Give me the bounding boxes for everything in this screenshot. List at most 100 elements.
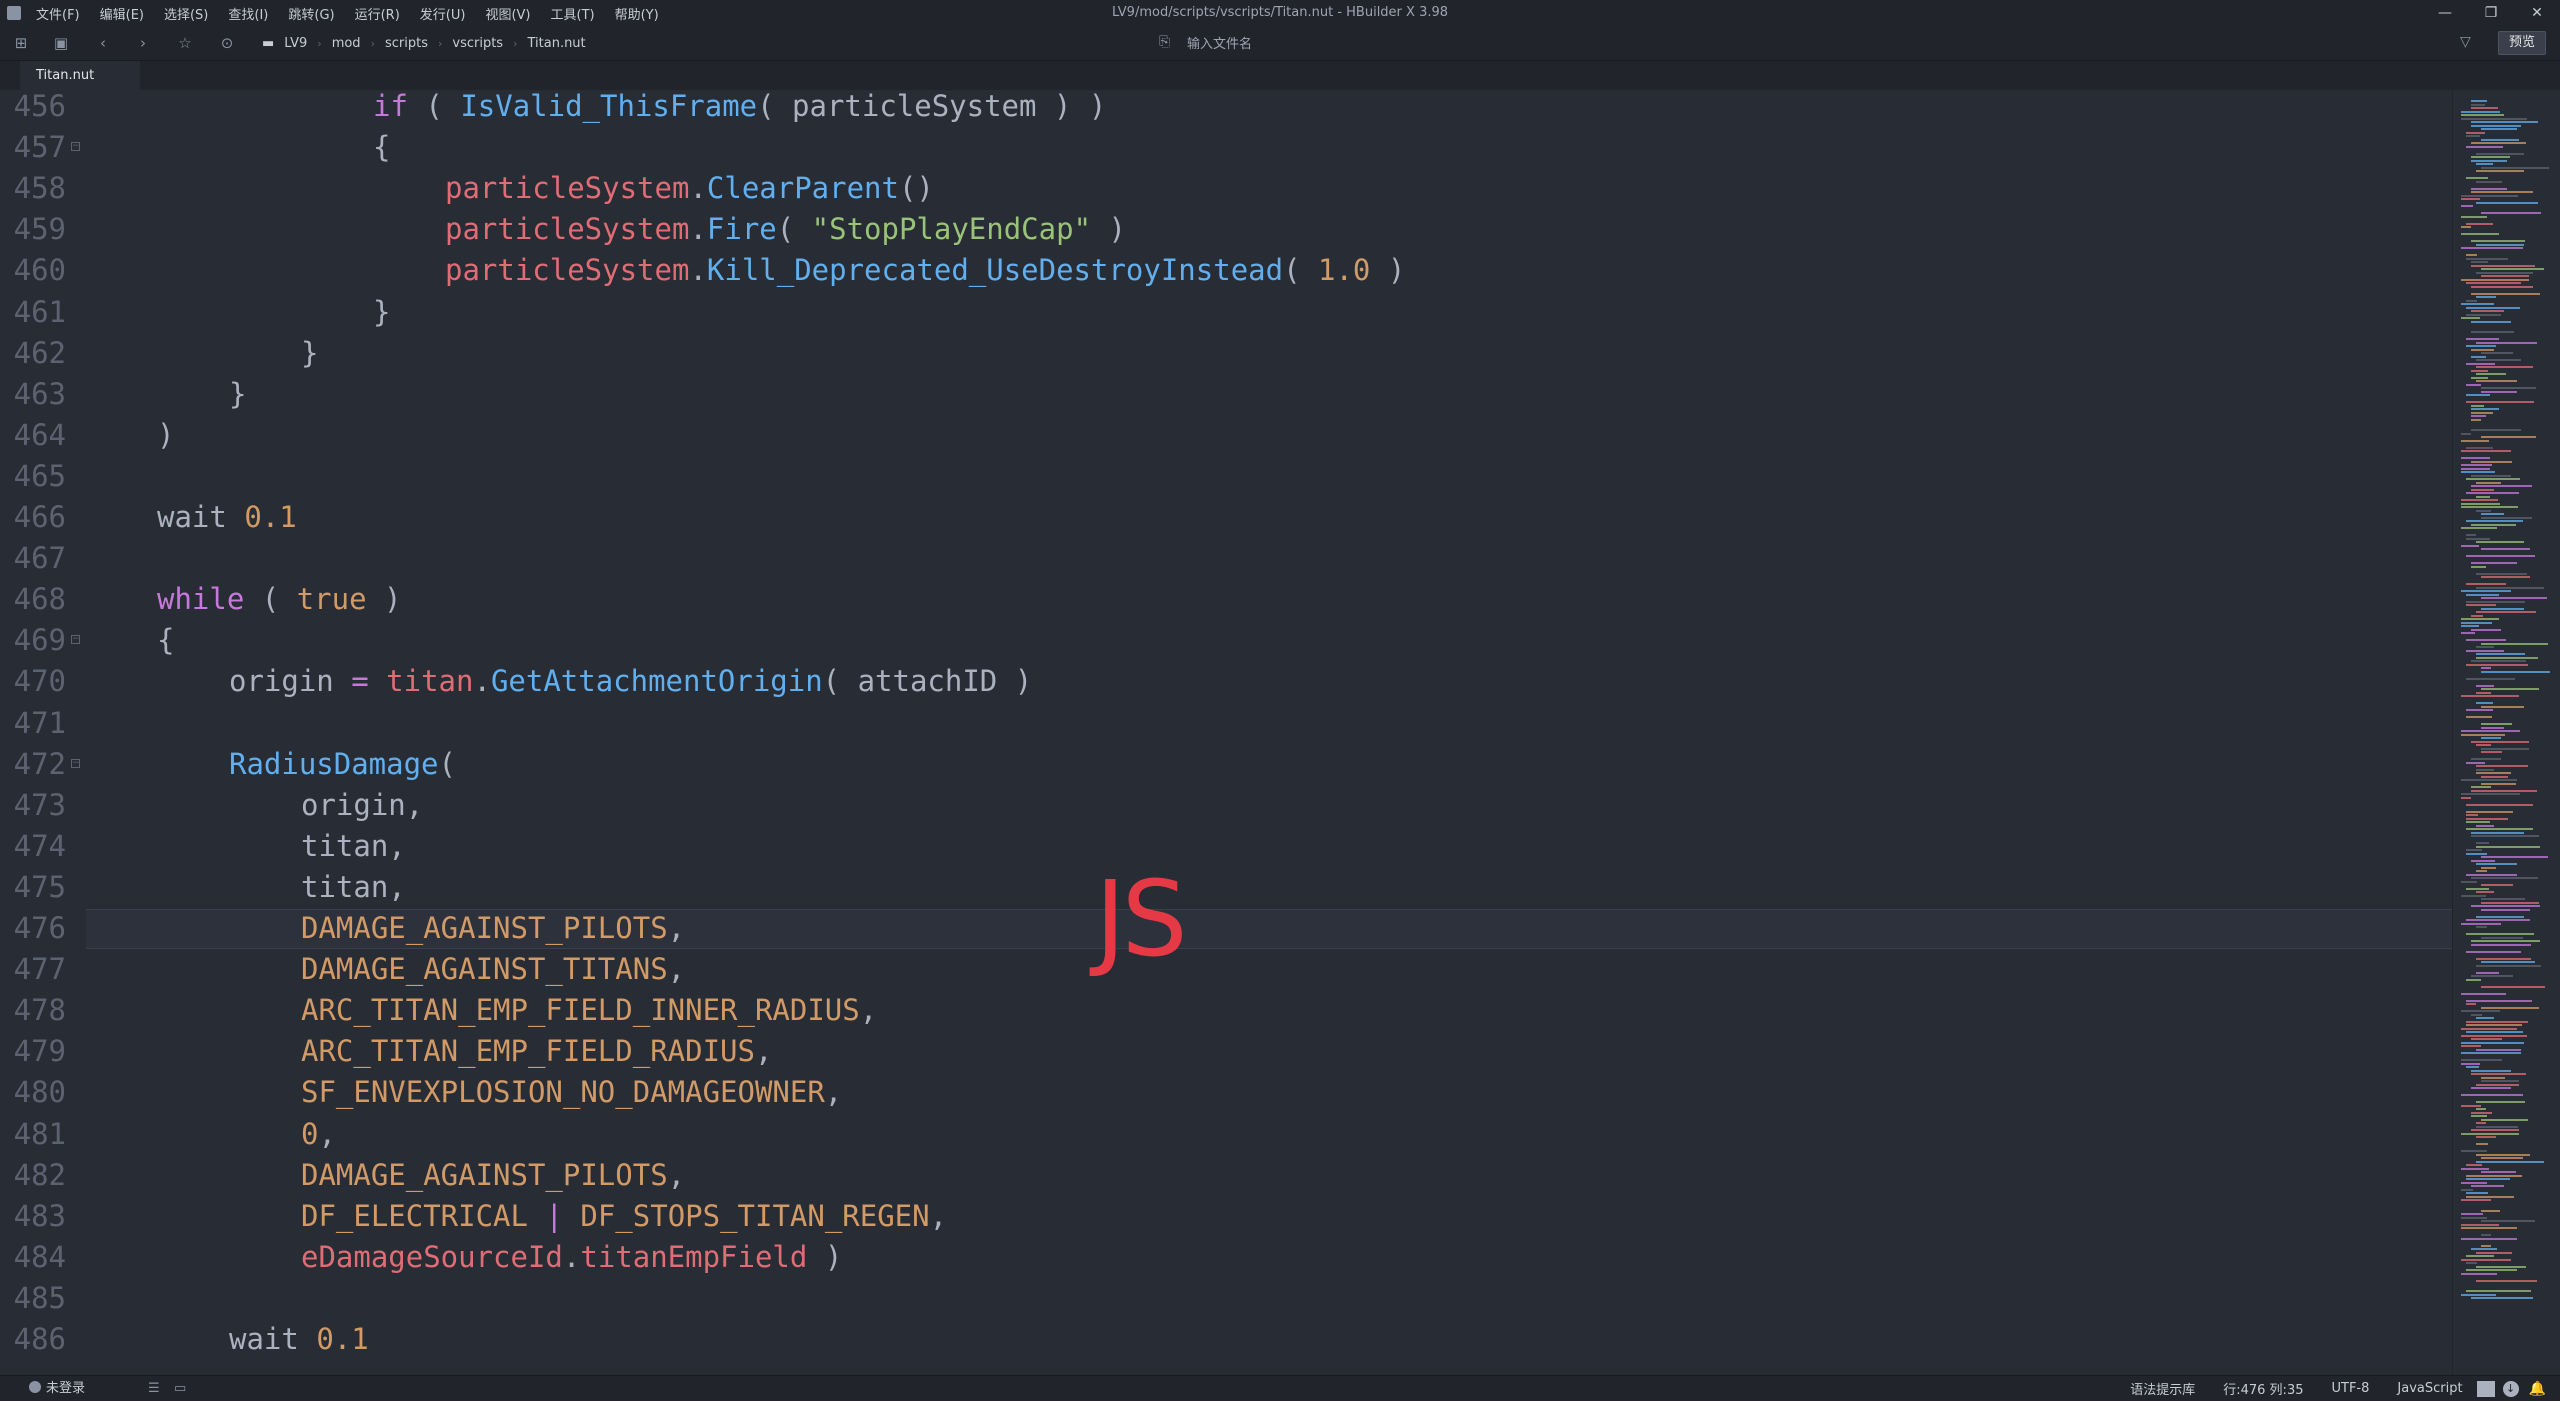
menu-run[interactable]: 运行(R) (355, 4, 400, 23)
menu-find[interactable]: 查找(I) (228, 4, 268, 23)
minimap-line (2466, 803, 2533, 806)
code-line[interactable]: 469− { (0, 620, 2452, 661)
breadcrumb-vscripts[interactable]: vscripts (452, 36, 503, 51)
code-line[interactable]: 458 particleSystem.ClearParent() (0, 168, 2452, 209)
menu-publish[interactable]: 发行(U) (420, 4, 466, 23)
minimap-line (2471, 107, 2498, 109)
breadcrumb-file[interactable]: Titan.nut (527, 36, 585, 51)
login-status[interactable]: 未登录 (46, 1376, 85, 1401)
code-line[interactable]: 476 DAMAGE_AGAINST_PILOTS, (0, 908, 2452, 949)
line-number: 477 (13, 952, 66, 987)
code-line[interactable]: 462} (0, 333, 2452, 374)
line-number: 474 (13, 828, 66, 863)
code-line[interactable]: 466 wait 0.1 (0, 497, 2452, 538)
code-line[interactable]: 484 eDamageSourceId.titanEmpField ) (0, 1237, 2452, 1278)
code-line[interactable]: 485 (0, 1278, 2452, 1319)
code-line[interactable]: 463} (0, 374, 2452, 415)
code-line[interactable]: 460 particleSystem.Kill_Deprecated_UseDes… (0, 250, 2452, 291)
code-line[interactable]: 477 DAMAGE_AGAINST_TITANS, (0, 949, 2452, 990)
new-file-icon[interactable]: ⊞ (12, 34, 30, 52)
code-line[interactable]: 467 (0, 538, 2452, 579)
minimap-line (2476, 957, 2531, 960)
menu-view[interactable]: 视图(V) (485, 4, 530, 23)
user-icon[interactable] (29, 1381, 41, 1393)
minimap-line (2466, 1164, 2482, 1166)
code-line[interactable]: 461} (0, 292, 2452, 333)
minimap-line (2476, 915, 2524, 918)
breadcrumb-mod[interactable]: mod (332, 36, 361, 51)
menu-help[interactable]: 帮助(Y) (615, 4, 659, 23)
code-line[interactable]: 456 if ( IsValid_ThisFrame( particleSyste… (0, 90, 2452, 127)
filter-icon[interactable]: ▽ (2460, 34, 2471, 50)
forward-icon[interactable]: › (134, 34, 152, 52)
message-icon[interactable]: ▭ (174, 1376, 186, 1401)
minimap-line (2481, 1157, 2523, 1159)
code-line[interactable]: 482 DAMAGE_AGAINST_PILOTS, (0, 1155, 2452, 1196)
minimize-button[interactable]: — (2422, 0, 2468, 26)
code-line[interactable]: 470 origin = titan.GetAttachmentOrigin( a… (0, 661, 2452, 702)
syntax-hint-library[interactable]: 语法提示库 (2130, 1379, 2195, 1398)
bell-icon[interactable]: 🔔 (2529, 1381, 2546, 1397)
minimap-line (2471, 975, 2513, 977)
minimap-line (2471, 369, 2488, 372)
fold-toggle-icon[interactable]: − (71, 635, 80, 645)
fold-toggle-icon[interactable]: − (71, 758, 80, 768)
close-button[interactable]: ✕ (2514, 0, 2560, 26)
minimap-line (2461, 1027, 2517, 1030)
download-icon[interactable]: ↓ (2502, 1380, 2519, 1397)
minimap-line (2461, 1188, 2473, 1191)
back-icon[interactable]: ‹ (94, 34, 112, 52)
code-line[interactable]: 486 wait 0.1 (0, 1319, 2452, 1360)
code-line[interactable]: 457− { (0, 127, 2452, 168)
minimap-line (2471, 156, 2510, 158)
minimap-line (2466, 1003, 2476, 1005)
code-line[interactable]: 478 ARC_TITAN_EMP_FIELD_INNER_RADIUS, (0, 990, 2452, 1031)
menu-goto[interactable]: 跳转(G) (288, 4, 334, 23)
run-icon[interactable]: ⊙ (218, 34, 236, 52)
code-line[interactable]: 465 (0, 456, 2452, 497)
fold-toggle-icon[interactable]: − (71, 142, 80, 152)
minimap[interactable] (2452, 90, 2560, 1375)
code-line[interactable]: 464) (0, 415, 2452, 456)
save-icon[interactable]: ▣ (52, 34, 70, 52)
breadcrumb-scripts[interactable]: scripts (385, 36, 428, 51)
preview-button[interactable]: 预览 (2498, 31, 2546, 55)
file-name-input[interactable] (1185, 30, 1749, 58)
menu-select[interactable]: 选择(S) (164, 4, 208, 23)
minimap-line (2476, 495, 2490, 498)
code-line[interactable]: 459 particleSystem.Fire( "StopPlayEndCap"… (0, 209, 2452, 250)
menu-edit[interactable]: 编辑(E) (100, 4, 144, 23)
cursor-position[interactable]: 行:476 列:35 (2223, 1379, 2303, 1398)
restore-button[interactable]: ❐ (2468, 0, 2514, 26)
code-token: ( attachID ) (822, 664, 1033, 699)
list-icon[interactable]: ☰ (148, 1376, 160, 1401)
code-editor[interactable]: 456 if ( IsValid_ThisFrame( particleSyste… (0, 90, 2452, 1375)
code-line[interactable]: 479 ARC_TITAN_EMP_FIELD_RADIUS, (0, 1031, 2452, 1072)
menu-file[interactable]: 文件(F) (36, 4, 80, 23)
language-mode[interactable]: JavaScript (2397, 1381, 2462, 1396)
code-text: DAMAGE_AGAINST_TITANS, (301, 949, 685, 990)
line-number: 466 (13, 500, 66, 534)
minimap-line (2471, 859, 2495, 862)
code-token: while (157, 582, 245, 617)
minimap-line (2481, 1118, 2528, 1121)
code-line[interactable]: 483 DF_ELECTRICAL | DF_STOPS_TITAN_REGEN, (0, 1196, 2452, 1237)
code-line[interactable]: 472− RadiusDamage( (0, 744, 2452, 785)
layout-icon[interactable] (2476, 1380, 2495, 1397)
minimap-line (2471, 786, 2491, 788)
code-line[interactable]: 468 while ( true ) (0, 579, 2452, 620)
code-line[interactable]: 481 0, (0, 1114, 2452, 1155)
code-line[interactable]: 473 origin, (0, 785, 2452, 826)
minimap-line (2461, 544, 2479, 547)
code-line[interactable]: 474 titan, (0, 826, 2452, 867)
code-line[interactable]: 471 (0, 703, 2452, 744)
menu-tools[interactable]: 工具(T) (551, 4, 595, 23)
encoding[interactable]: UTF-8 (2331, 1381, 2369, 1396)
code-line[interactable]: 475 titan, (0, 867, 2452, 908)
code-line[interactable]: 480 SF_ENVEXPLOSION_NO_DAMAGEOWNER, (0, 1072, 2452, 1113)
star-icon[interactable]: ☆ (176, 34, 194, 52)
tab-titan-nut[interactable]: Titan.nut (20, 61, 140, 90)
breadcrumb-lv9[interactable]: LV9 (284, 36, 307, 51)
minimap-line (2466, 492, 2519, 494)
